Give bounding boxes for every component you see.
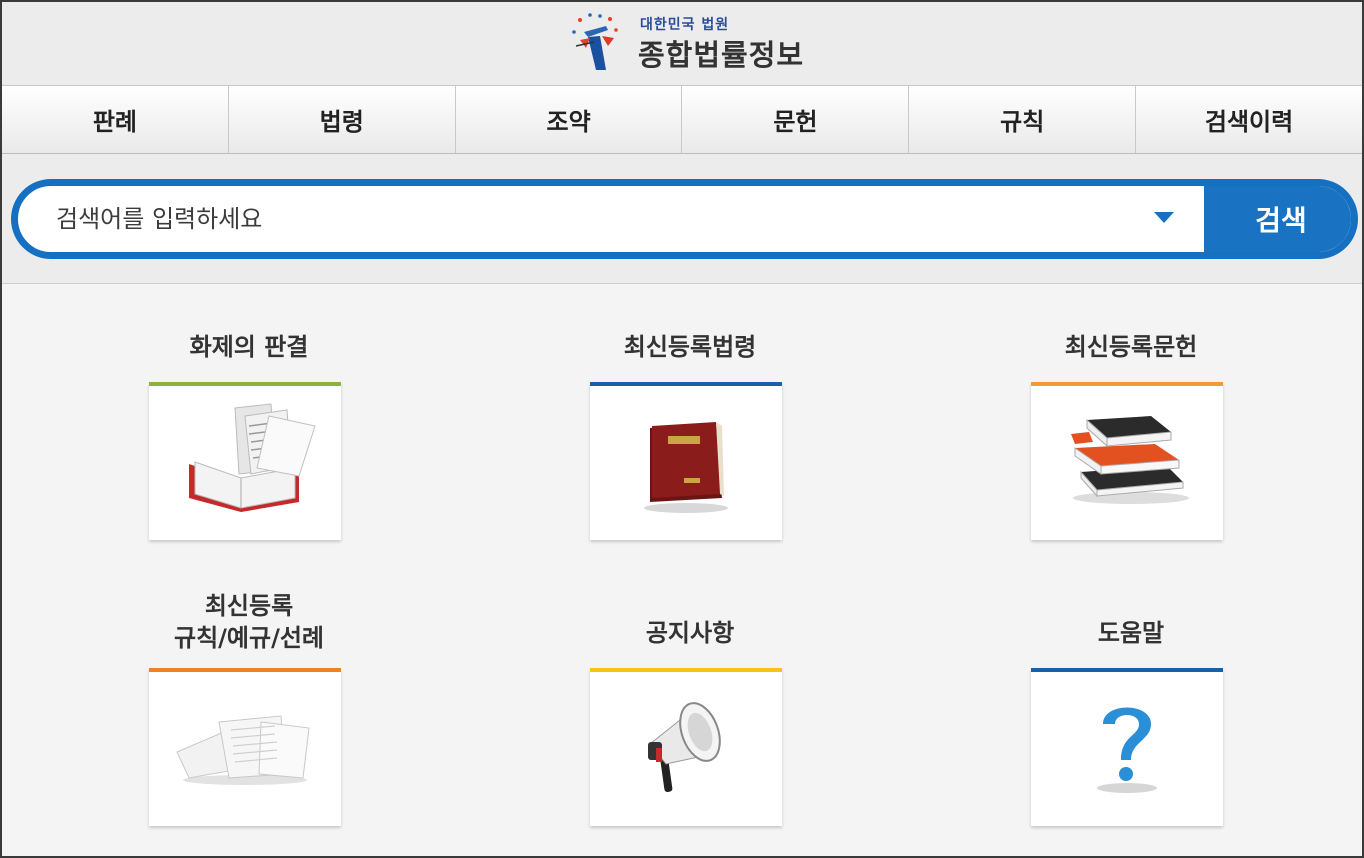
question-mark-icon <box>1097 707 1157 793</box>
latest-rules-title-line1: 최신등록 <box>204 592 294 620</box>
help-card[interactable] <box>1031 668 1223 826</box>
book-stack-icon <box>1071 416 1189 504</box>
tab-literature[interactable]: 문헌 <box>682 86 910 153</box>
latest-rules-title: 최신등록 규칙/예규/선례 <box>109 590 389 654</box>
latest-rules-title-line2: 규칙/예규/선례 <box>173 624 324 652</box>
latest-statutes-card[interactable] <box>590 382 782 540</box>
tab-rules[interactable]: 규칙 <box>909 86 1137 153</box>
help-title: 도움말 <box>1097 619 1165 647</box>
category-tabs: 판례 법령 조약 문헌 규칙 검색이력 <box>2 86 1362 154</box>
latest-rules-card[interactable] <box>149 668 341 826</box>
featured-rulings-card[interactable] <box>149 382 341 540</box>
notices-title: 공지사항 <box>645 619 735 647</box>
megaphone-icon <box>648 702 721 792</box>
latest-literature-card[interactable] <box>1031 382 1223 540</box>
logo-org-name: 대한민국 법원 <box>640 17 730 33</box>
header: 대한민국 법원 종합법률정보 <box>2 2 1362 86</box>
featured-rulings-title: 화제의 판결 <box>189 333 309 361</box>
latest-literature-title: 최신등록문헌 <box>1064 333 1198 361</box>
search-dropdown-icon[interactable] <box>1154 212 1174 223</box>
tab-precedents[interactable]: 판례 <box>2 86 229 153</box>
court-emblem-icon <box>572 13 618 70</box>
documents-icon <box>176 715 310 785</box>
tab-treaties[interactable]: 조약 <box>456 86 683 153</box>
open-book-icon <box>189 403 316 512</box>
latest-statutes-title: 최신등록법령 <box>623 333 757 361</box>
search-area: 검색 <box>2 154 1362 284</box>
search-bar: 검색 <box>11 179 1358 259</box>
search-button[interactable]: 검색 <box>1204 186 1351 252</box>
law-book-icon <box>644 422 728 513</box>
notices-card[interactable] <box>590 668 782 826</box>
page-frame: 대한민국 법원 종합법률정보 판례 법령 조약 문헌 규칙 검색이력 검색 화제… <box>0 0 1364 858</box>
site-logo[interactable]: 대한민국 법원 종합법률정보 <box>566 10 826 76</box>
tab-search-history[interactable]: 검색이력 <box>1136 86 1362 153</box>
search-input[interactable] <box>18 186 1138 252</box>
tab-statutes[interactable]: 법령 <box>229 86 456 153</box>
logo-site-title: 종합법률정보 <box>638 38 805 72</box>
